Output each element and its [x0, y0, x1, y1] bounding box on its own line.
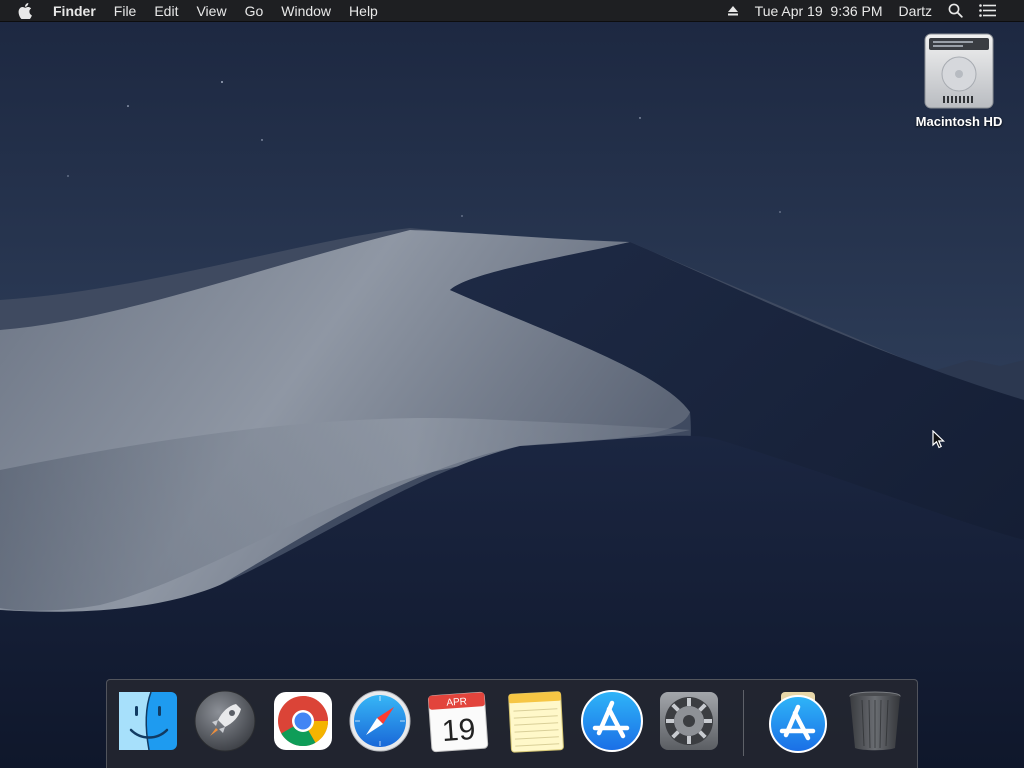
calendar-day: 19 — [441, 713, 477, 748]
dock-calendar[interactable]: APR 19 — [425, 688, 491, 754]
eject-icon[interactable] — [719, 0, 747, 22]
chrome-icon — [274, 692, 332, 750]
dock-launchpad[interactable] — [192, 688, 258, 754]
calendar-month: APR — [446, 696, 467, 708]
dock-downloads-stack[interactable] — [765, 688, 831, 754]
dock-trash[interactable] — [842, 688, 908, 754]
dock-app-store[interactable] — [579, 688, 645, 754]
trash-icon — [849, 691, 901, 751]
menu-window[interactable]: Window — [272, 0, 340, 22]
menu-user[interactable]: Dartz — [891, 0, 940, 22]
dock-finder[interactable] — [115, 688, 181, 754]
notification-center-icon[interactable] — [971, 0, 1004, 22]
desktop-wallpaper — [0, 0, 1024, 768]
finder-icon — [119, 691, 177, 751]
menu-app-finder[interactable]: Finder — [44, 0, 105, 22]
menu-help[interactable]: Help — [340, 0, 387, 22]
menu-go[interactable]: Go — [236, 0, 273, 22]
dock-safari[interactable] — [347, 688, 413, 754]
menu-file[interactable]: File — [105, 0, 146, 22]
hard-drive-icon — [924, 33, 994, 109]
launchpad-icon — [194, 690, 256, 752]
dock-notes[interactable] — [502, 688, 568, 754]
calendar-icon: APR 19 — [427, 691, 489, 753]
dock: APR 19 — [106, 679, 918, 768]
menu-edit[interactable]: Edit — [145, 0, 187, 22]
app-store-downloads-icon — [769, 692, 827, 753]
safari-icon — [349, 690, 411, 752]
menu-clock[interactable]: Tue Apr 19 9:36 PM — [747, 0, 891, 22]
dock-chrome[interactable] — [270, 688, 336, 754]
macintosh-hd-desktop-icon[interactable]: Macintosh HD — [906, 30, 1012, 129]
notes-icon — [508, 691, 564, 753]
dock-system-preferences[interactable] — [656, 688, 722, 754]
dock-separator — [743, 690, 744, 756]
macintosh-hd-label: Macintosh HD — [915, 114, 1003, 129]
system-preferences-icon — [660, 692, 718, 750]
app-store-icon — [581, 690, 643, 752]
mouse-pointer-icon — [932, 430, 945, 449]
menu-view[interactable]: View — [187, 0, 235, 22]
spotlight-search-icon[interactable] — [940, 0, 971, 22]
menu-bar: Finder File Edit View Go Window Help Tue… — [0, 0, 1024, 22]
apple-icon[interactable] — [0, 0, 44, 22]
